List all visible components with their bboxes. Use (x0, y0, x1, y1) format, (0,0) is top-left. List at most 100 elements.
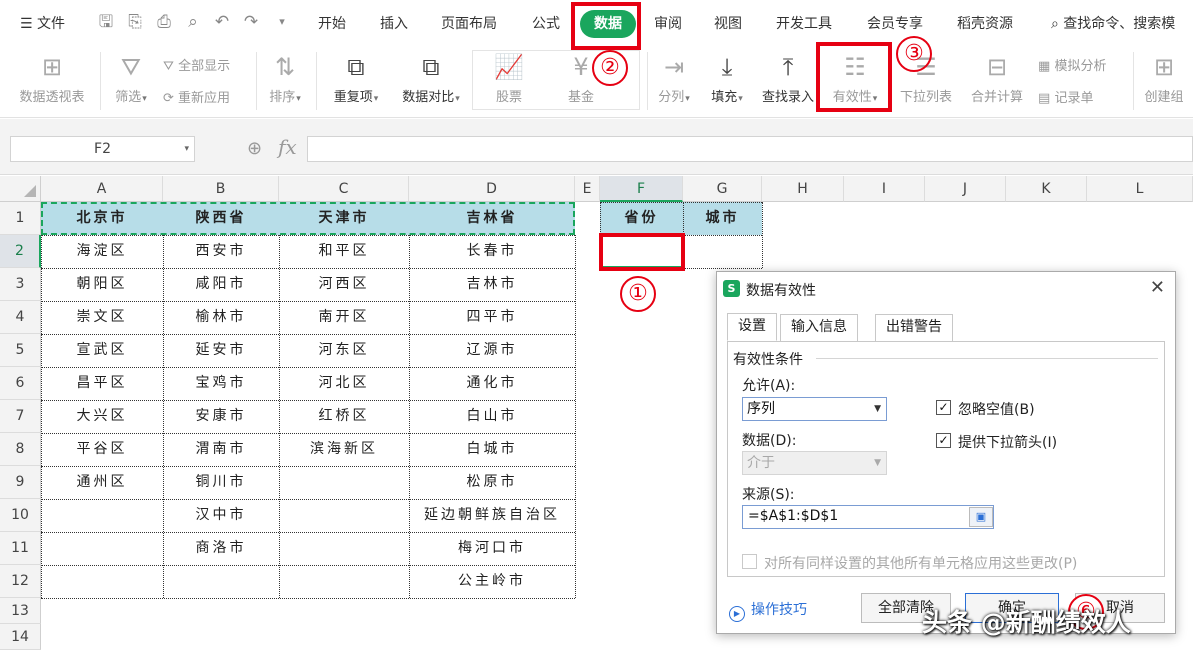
table-cell[interactable]: 昌平区 (41, 367, 163, 400)
table-cell[interactable]: 四平市 (409, 301, 575, 334)
fill-button[interactable]: ⤓ 填充▾ (703, 52, 751, 105)
table-cell[interactable] (163, 565, 279, 598)
record-form-button[interactable]: ▤ 记录单 (1038, 87, 1093, 106)
column-header-c[interactable]: C (279, 176, 409, 202)
data-operator-select[interactable]: 介于 ▼ (742, 451, 887, 475)
table-cell[interactable]: 公主岭市 (409, 565, 575, 598)
table-cell[interactable]: 南开区 (279, 301, 409, 334)
tab-input-message[interactable]: 输入信息 (780, 314, 858, 341)
tab-settings[interactable]: 设置 (727, 313, 777, 341)
column-header-k[interactable]: K (1006, 176, 1087, 202)
tab-member[interactable]: 会员专享 (861, 10, 929, 38)
allow-select[interactable]: 序列 ▼ (742, 397, 887, 421)
table-cell[interactable]: 延边朝鲜族自治区 (409, 499, 575, 532)
column-header-a[interactable]: A (41, 176, 163, 202)
tab-developer[interactable]: 开发工具 (770, 10, 838, 38)
column-header-e[interactable]: E (575, 176, 600, 202)
table-cell[interactable]: 通化市 (409, 367, 575, 400)
table-cell[interactable]: 安康市 (163, 400, 279, 433)
row-header-8[interactable]: 8 (0, 433, 41, 466)
table-cell[interactable] (41, 532, 163, 565)
table-cell[interactable] (279, 499, 409, 532)
print-preview-icon[interactable]: ⌕ (183, 12, 203, 32)
table-cell[interactable]: 松原市 (409, 466, 575, 499)
table-cell[interactable]: 榆林市 (163, 301, 279, 334)
table-cell[interactable]: 朝阳区 (41, 268, 163, 301)
tab-view[interactable]: 视图 (708, 10, 748, 38)
row-header-6[interactable]: 6 (0, 367, 41, 400)
column-header-b[interactable]: B (163, 176, 279, 202)
print-icon[interactable]: ⎙ (154, 12, 174, 32)
table-cell[interactable]: 辽源市 (409, 334, 575, 367)
table-cell[interactable]: 河东区 (279, 334, 409, 367)
export-icon[interactable]: ⎘ (125, 12, 145, 32)
table-cell[interactable]: 滨海新区 (279, 433, 409, 466)
consolidate-button[interactable]: ⊟ 合并计算 (965, 52, 1029, 105)
tab-page-layout[interactable]: 页面布局 (435, 10, 503, 38)
table-cell[interactable]: 平谷区 (41, 433, 163, 466)
sort-button[interactable]: ⇅ 排序▾ (262, 52, 308, 105)
select-all-corner[interactable] (0, 176, 41, 202)
split-column-button[interactable]: ⇥ 分列▾ (652, 52, 696, 105)
zoom-icon[interactable]: ⊕ (247, 138, 262, 159)
row-header-4[interactable]: 4 (0, 301, 41, 334)
undo-icon[interactable]: ↶ (212, 12, 232, 32)
row-header-3[interactable]: 3 (0, 268, 41, 301)
row-header-12[interactable]: 12 (0, 565, 41, 598)
reapply-button[interactable]: ⟳ 重新应用 (163, 87, 230, 106)
table-cell[interactable]: 白城市 (409, 433, 575, 466)
row-header-13[interactable]: 13 (0, 598, 41, 624)
save-icon[interactable]: 🖫 (96, 12, 116, 32)
tab-formulas[interactable]: 公式 (526, 10, 566, 38)
table-cell[interactable]: 商洛市 (163, 532, 279, 565)
tab-insert[interactable]: 插入 (374, 10, 414, 38)
column-header-f[interactable]: F (600, 176, 683, 202)
what-if-button[interactable]: ▦ 模拟分析 (1038, 55, 1106, 74)
row-header-2[interactable]: 2 (0, 235, 41, 268)
table-cell[interactable]: 河西区 (279, 268, 409, 301)
table-cell[interactable]: 吉林市 (409, 268, 575, 301)
table-cell[interactable] (41, 499, 163, 532)
ignore-blank-checkbox[interactable]: ✓ (936, 400, 951, 415)
row-header-9[interactable]: 9 (0, 466, 41, 499)
table-cell[interactable]: 和平区 (279, 235, 409, 268)
table-cell[interactable]: 通州区 (41, 466, 163, 499)
range-picker-icon[interactable]: ▣ (969, 507, 993, 527)
table-cell[interactable]: 河北区 (279, 367, 409, 400)
table-cell[interactable] (279, 565, 409, 598)
table-cell[interactable]: 梅河口市 (409, 532, 575, 565)
column-header-h[interactable]: H (762, 176, 844, 202)
table-cell[interactable]: 汉中市 (163, 499, 279, 532)
pivot-table-button[interactable]: ⊞ 数据透视表 (10, 52, 94, 105)
data-compare-button[interactable]: ⧉ 数据对比▾ (393, 52, 469, 105)
file-menu[interactable]: ☰ 文件 (14, 10, 71, 38)
close-icon[interactable]: ✕ (1150, 277, 1165, 298)
source-input[interactable]: =$A$1:$D$1 (742, 505, 994, 529)
table-cell[interactable]: 渭南市 (163, 433, 279, 466)
apply-to-all-checkbox[interactable] (742, 554, 757, 569)
table-cell[interactable]: 延安市 (163, 334, 279, 367)
row-header-1[interactable]: 1 (0, 202, 41, 235)
show-all-button[interactable]: ⛛ 全部显示 (163, 55, 230, 74)
create-group-button[interactable]: ⊞ 创建组 (1138, 52, 1190, 105)
row-header-11[interactable]: 11 (0, 532, 41, 565)
table-cell[interactable]: 海淀区 (41, 235, 163, 268)
column-header-l[interactable]: L (1087, 176, 1193, 202)
row-header-7[interactable]: 7 (0, 400, 41, 433)
header-cell-g1[interactable]: 城市 (683, 202, 762, 235)
customize-dropdown-icon[interactable]: ▾ (272, 12, 292, 32)
table-cell[interactable]: 宣武区 (41, 334, 163, 367)
table-cell[interactable]: 白山市 (409, 400, 575, 433)
redo-icon[interactable]: ↷ (241, 12, 261, 32)
column-header-g[interactable]: G (683, 176, 762, 202)
table-cell[interactable] (279, 532, 409, 565)
in-cell-dropdown-checkbox[interactable]: ✓ (936, 433, 951, 448)
table-cell[interactable] (279, 466, 409, 499)
tab-error-alert[interactable]: 出错警告 (875, 314, 953, 341)
function-icon[interactable]: fx (278, 135, 297, 159)
dialog-titlebar[interactable]: S 数据有效性 ✕ (717, 272, 1175, 306)
table-cell[interactable]: 崇文区 (41, 301, 163, 334)
row-header-14[interactable]: 14 (0, 624, 41, 650)
tab-review[interactable]: 审阅 (648, 10, 688, 38)
stocks-button[interactable]: 📈 股票 (484, 52, 534, 105)
